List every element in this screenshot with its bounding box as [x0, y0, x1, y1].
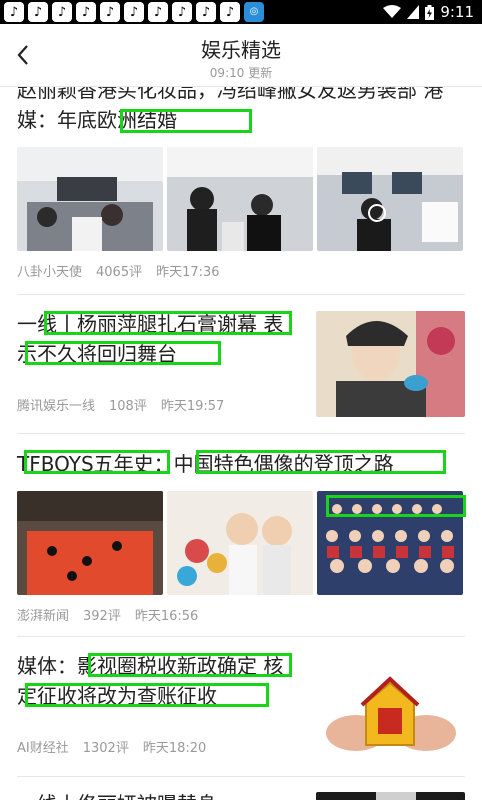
news-meta: 腾讯娱乐一线 108评 昨天19:57 [17, 395, 224, 414]
tiktok-notification-icon: ♪ [100, 2, 120, 22]
publish-time: 昨天17:36 [156, 265, 220, 280]
comment-count: 1302评 [82, 741, 129, 756]
divider [17, 294, 465, 295]
tiktok-notification-icon: ♪ [4, 2, 24, 22]
image-row [17, 147, 465, 251]
news-meta: AI财经社 1302评 昨天18:20 [17, 737, 206, 756]
tiktok-notification-icon: ♪ [76, 2, 96, 22]
tiktok-notification-icon: ♪ [196, 2, 216, 22]
divider [17, 636, 465, 637]
text-highlight [88, 653, 292, 677]
news-image [167, 147, 313, 251]
divider [17, 776, 465, 777]
news-meta: 八卦小天使 4065评 昨天17:36 [17, 261, 465, 280]
wifi-icon [383, 5, 402, 18]
news-source: 八卦小天使 [17, 265, 83, 280]
news-meta: 澎湃新闻 392评 昨天16:56 [17, 605, 465, 624]
news-image [167, 491, 313, 595]
text-highlight [24, 450, 170, 474]
tiktok-notification-icon: ♪ [28, 2, 48, 22]
clock: 9:11 [440, 3, 474, 21]
news-image [316, 653, 465, 759]
news-item[interactable]: 一线丨佟丽娅被曝替身 [17, 789, 465, 800]
text-highlight [25, 683, 269, 707]
news-item[interactable]: TFBOYS五年史：中国特色偶像的登顶之路 澎湃新闻 392评 昨天16:56 [17, 449, 465, 624]
text-highlight [196, 450, 446, 474]
divider [17, 433, 465, 434]
news-image [316, 311, 465, 417]
text-highlight [326, 495, 466, 517]
update-time: 09:10 更新 [209, 66, 273, 80]
news-source: AI财经社 [17, 741, 69, 756]
publish-time: 昨天19:57 [160, 399, 225, 414]
status-bar: ♪ ♪ ♪ ♪ ♪ ♪ ♪ ♪ ♪ ♪ ◎ 9:11 [0, 0, 482, 24]
signal-icon [407, 5, 420, 19]
battery-icon [425, 4, 435, 20]
news-headline: 一线丨佟丽娅被曝替身 [17, 789, 302, 800]
publish-time: 昨天16:56 [134, 609, 199, 624]
publish-time: 昨天18:20 [142, 741, 207, 756]
news-source: 腾讯娱乐一线 [17, 399, 96, 414]
tiktok-notification-icon: ♪ [148, 2, 168, 22]
news-image [17, 147, 163, 251]
news-image [317, 147, 463, 251]
news-image [17, 491, 163, 595]
page-header: 娱乐精选 09:10 更新 [0, 24, 482, 87]
tiktok-notification-icon: ♪ [52, 2, 72, 22]
tiktok-notification-icon: ♪ [220, 2, 240, 22]
news-source: 澎湃新闻 [17, 609, 70, 624]
news-feed[interactable]: 赵丽颖香港买化妆品，冯绍峰撇女友返男装部 港媒：年底欧洲结婚 八卦小天使 406… [0, 87, 482, 800]
page-title: 娱乐精选 [201, 38, 281, 62]
text-highlight [25, 341, 221, 365]
notification-icons: ♪ ♪ ♪ ♪ ♪ ♪ ♪ ♪ ♪ ♪ ◎ [4, 2, 264, 22]
app-notification-icon: ◎ [244, 2, 264, 22]
news-image [316, 792, 465, 800]
comment-count: 4065评 [96, 265, 143, 280]
tiktok-notification-icon: ♪ [172, 2, 192, 22]
comment-count: 108评 [109, 399, 147, 414]
text-highlight [120, 109, 252, 133]
text-highlight [44, 311, 292, 335]
tiktok-notification-icon: ♪ [124, 2, 144, 22]
comment-count: 392评 [83, 609, 121, 624]
